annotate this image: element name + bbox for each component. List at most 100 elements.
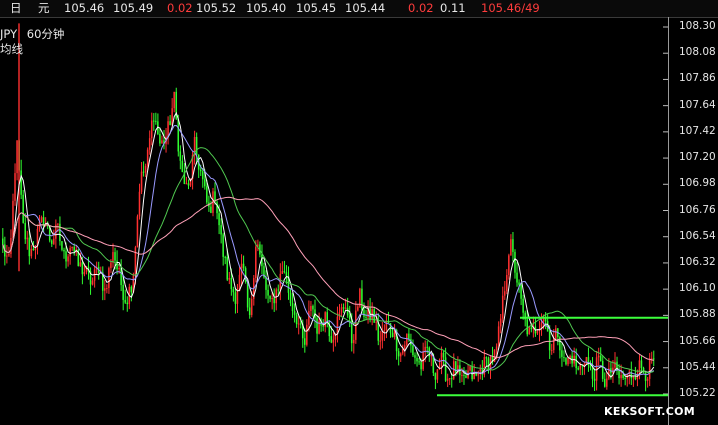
candle bbox=[271, 292, 273, 310]
candle bbox=[648, 352, 651, 387]
candle bbox=[546, 313, 549, 332]
candle bbox=[140, 162, 143, 195]
y-tick-label: 106.10 bbox=[679, 282, 716, 295]
candle bbox=[120, 259, 122, 292]
y-tick-label: 108.30 bbox=[679, 20, 716, 32]
candle bbox=[510, 234, 512, 256]
candle bbox=[587, 347, 590, 372]
candle bbox=[593, 368, 596, 392]
candle bbox=[242, 255, 245, 272]
candles bbox=[2, 87, 655, 392]
candle bbox=[150, 112, 153, 146]
candle bbox=[195, 132, 198, 165]
candle bbox=[446, 373, 449, 388]
candle bbox=[591, 357, 594, 388]
candle bbox=[414, 352, 416, 365]
y-tick-label: 107.86 bbox=[679, 72, 716, 85]
quote-high: 105.52 bbox=[196, 1, 237, 15]
candle bbox=[377, 313, 380, 346]
chart-area[interactable] bbox=[0, 17, 669, 425]
candle bbox=[106, 284, 108, 294]
candle bbox=[434, 372, 437, 390]
candle bbox=[185, 176, 188, 185]
candle bbox=[585, 356, 588, 365]
candle bbox=[577, 366, 579, 371]
candle bbox=[269, 295, 271, 303]
candle bbox=[581, 364, 584, 376]
candle bbox=[281, 261, 284, 274]
y-tick-label: 106.32 bbox=[679, 255, 716, 268]
candle bbox=[359, 287, 361, 308]
candle bbox=[40, 215, 43, 223]
candle bbox=[148, 130, 151, 155]
candle bbox=[238, 266, 241, 292]
candle bbox=[538, 320, 541, 342]
candle bbox=[30, 244, 33, 259]
candle bbox=[501, 286, 504, 323]
candle bbox=[153, 113, 155, 131]
quote-change: 0.02 bbox=[167, 1, 193, 15]
candle bbox=[442, 350, 445, 365]
quote-open: 105.46 bbox=[64, 1, 105, 15]
candle bbox=[644, 370, 647, 392]
candle bbox=[467, 364, 469, 380]
quote-low: 105.40 bbox=[246, 1, 287, 15]
symbol-text: JPY bbox=[0, 27, 18, 41]
candle bbox=[338, 304, 341, 321]
quote-currency2: 元 bbox=[38, 1, 50, 15]
candle bbox=[244, 266, 247, 284]
candle bbox=[508, 253, 510, 280]
candle bbox=[169, 114, 171, 126]
candle bbox=[26, 230, 29, 250]
candle bbox=[485, 356, 488, 367]
candle bbox=[503, 281, 506, 300]
candle bbox=[53, 229, 55, 246]
candle bbox=[159, 127, 161, 147]
quote-pct: 0.11 bbox=[440, 1, 466, 15]
candle bbox=[101, 266, 104, 301]
candle bbox=[59, 216, 61, 246]
candle bbox=[283, 260, 286, 274]
y-tick-label: 107.42 bbox=[679, 124, 716, 137]
candle bbox=[312, 304, 314, 317]
candle bbox=[471, 361, 473, 382]
candle bbox=[636, 369, 639, 387]
candle bbox=[144, 163, 147, 178]
candle bbox=[646, 376, 649, 388]
candle bbox=[93, 265, 96, 288]
y-tick-label: 105.88 bbox=[679, 308, 716, 321]
candle bbox=[285, 265, 288, 285]
candle bbox=[248, 297, 251, 319]
candle bbox=[481, 360, 484, 381]
candle bbox=[512, 231, 514, 262]
candle bbox=[616, 356, 618, 375]
candle bbox=[216, 200, 218, 220]
candle bbox=[352, 334, 355, 354]
candle bbox=[201, 167, 204, 188]
candle bbox=[108, 266, 110, 294]
candle bbox=[342, 303, 345, 314]
candle bbox=[595, 350, 598, 391]
candle bbox=[336, 306, 339, 343]
y-tick-label: 105.22 bbox=[679, 387, 716, 399]
ma-label: 均线 bbox=[0, 42, 23, 56]
candle bbox=[136, 214, 139, 248]
candle bbox=[138, 183, 141, 220]
candle bbox=[534, 316, 537, 337]
candle bbox=[436, 369, 439, 384]
quote-bid-ask: 105.46/49 bbox=[481, 1, 540, 15]
candle bbox=[24, 213, 26, 244]
candle bbox=[348, 305, 351, 328]
candle bbox=[255, 240, 257, 283]
candle bbox=[104, 280, 106, 301]
candle bbox=[561, 343, 563, 367]
candle bbox=[228, 271, 231, 285]
candle bbox=[112, 243, 114, 268]
candle bbox=[220, 218, 222, 244]
candle bbox=[340, 303, 343, 317]
candle bbox=[297, 316, 300, 335]
candle bbox=[273, 288, 275, 312]
candle bbox=[306, 319, 308, 347]
candle bbox=[603, 372, 606, 388]
candle bbox=[67, 254, 69, 267]
